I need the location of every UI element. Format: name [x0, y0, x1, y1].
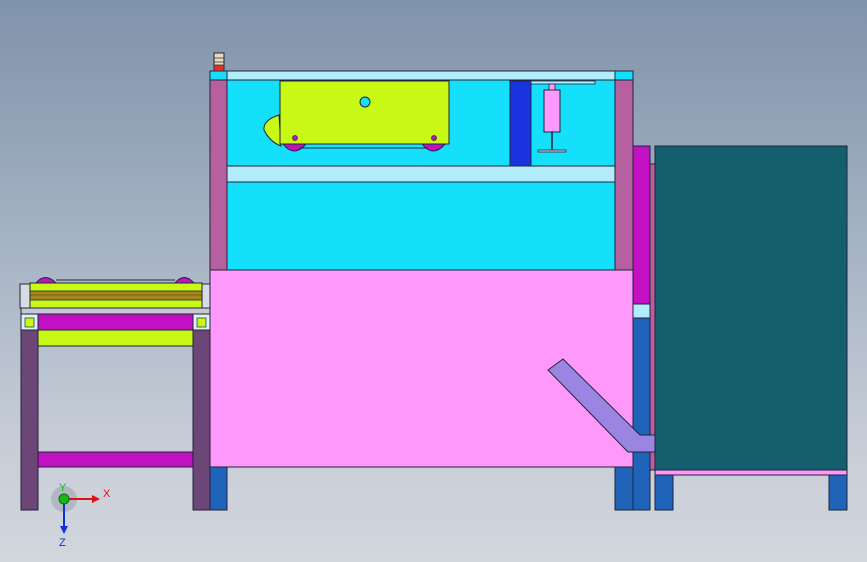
left-roller-wheel-right: [173, 277, 196, 284]
cabinet-leg-right: [828, 474, 848, 511]
top-rail: [209, 70, 634, 81]
y-axis-dot: [58, 493, 70, 505]
main-post-right: [614, 79, 634, 271]
main-leg-right-b: [632, 317, 651, 511]
z-axis-label: Z: [59, 537, 66, 549]
left-table-yellow-plate: [37, 329, 194, 347]
left-table-leg-left: [20, 329, 39, 511]
left-roller-stripe: [29, 290, 203, 301]
left-conveyor-table[interactable]: [19, 277, 211, 511]
cabinet-base-strip: [654, 469, 848, 476]
top-rail-cap-left: [209, 70, 228, 81]
top-rail-cap-right: [614, 70, 634, 81]
left-table-lower-crossbar: [37, 451, 194, 468]
left-roller-end-left: [19, 283, 31, 309]
y-axis-label: Y: [59, 482, 67, 494]
right-bracket-insert: [196, 317, 207, 328]
axis-triad[interactable]: X Y Z: [40, 480, 120, 550]
indicator-light[interactable]: [213, 52, 225, 72]
main-machine-body[interactable]: [209, 52, 634, 468]
dark-teal-cabinet: [654, 145, 848, 471]
side-column-block: [632, 303, 651, 319]
main-post-left: [209, 79, 228, 271]
x-axis-label: X: [103, 488, 111, 500]
cabinet-leg-left: [654, 474, 674, 511]
left-table-magenta-rail: [37, 313, 194, 331]
main-leg-right-a: [614, 466, 634, 511]
left-bracket-insert: [24, 317, 35, 328]
left-roller-end-right: [201, 283, 211, 309]
left-table-top-frame: [20, 307, 211, 315]
x-axis-arrowhead: [92, 495, 100, 503]
left-table-leg-right: [192, 329, 211, 511]
light-cyan-crossbar: [226, 165, 616, 183]
yellow-drive-unit: [263, 80, 450, 152]
main-leg-left: [209, 466, 228, 511]
machine-front-view[interactable]: [0, 0, 867, 562]
z-axis-arrowhead: [60, 526, 68, 534]
blue-guide-block: [509, 80, 532, 167]
cad-viewport[interactable]: X Y Z: [0, 0, 867, 562]
left-roller-wheel-left: [34, 277, 58, 284]
side-column-upper: [632, 145, 651, 305]
